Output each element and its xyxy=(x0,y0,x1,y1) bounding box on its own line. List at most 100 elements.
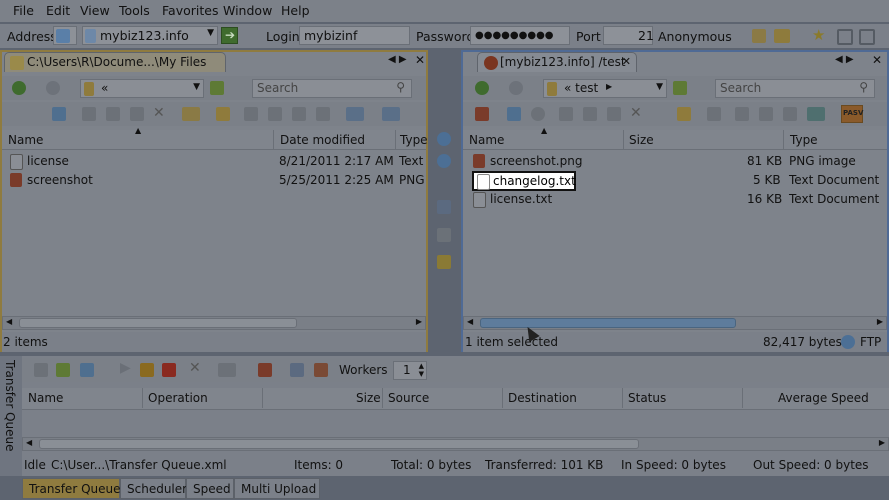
scroll-thumb[interactable] xyxy=(480,318,736,328)
port-input[interactable]: 21 xyxy=(603,26,654,45)
list-item[interactable]: screenshot 5/25/2011 2:25 AM PNG xyxy=(2,171,426,190)
queue-side-label[interactable]: Transfer Queue xyxy=(0,356,22,476)
col-name[interactable]: Name xyxy=(28,391,63,405)
refresh-icon[interactable] xyxy=(52,107,66,121)
edit-icon[interactable] xyxy=(82,107,96,121)
connect-button[interactable]: ➔ xyxy=(221,27,238,44)
stop-icon[interactable] xyxy=(162,363,176,377)
paste-icon[interactable] xyxy=(783,107,797,121)
tab-multi-upload[interactable]: Multi Upload xyxy=(234,478,320,499)
menu-tools[interactable]: Tools xyxy=(119,3,150,18)
cut-icon[interactable] xyxy=(244,107,258,121)
upload-icon[interactable] xyxy=(437,132,451,146)
layout-vertical-icon[interactable] xyxy=(859,29,875,45)
back-icon[interactable] xyxy=(475,81,489,95)
address-input[interactable]: mybiz123.info ▼ xyxy=(82,26,218,45)
forward-icon[interactable] xyxy=(46,81,60,95)
col-destination[interactable]: Destination xyxy=(508,391,577,405)
properties-icon[interactable] xyxy=(130,107,144,121)
workers-stepper[interactable]: 1 ▲ ▼ xyxy=(393,361,427,380)
properties-icon[interactable] xyxy=(607,107,621,121)
scroll-left-icon[interactable]: ◀ xyxy=(467,317,473,326)
folder-up-icon[interactable] xyxy=(210,81,224,95)
address-type-dropdown[interactable] xyxy=(53,26,77,45)
forward-icon[interactable] xyxy=(509,81,523,95)
layout-horizontal-icon[interactable] xyxy=(837,29,853,45)
list-item-selected[interactable]: changelog.txt 5 KB Text Document xyxy=(463,171,887,191)
list-item[interactable]: license.txt 16 KB Text Document xyxy=(463,190,887,209)
menu-window[interactable]: Window xyxy=(223,3,272,18)
clear-icon[interactable] xyxy=(258,363,272,377)
menu-view[interactable]: View xyxy=(80,3,110,18)
local-horizontal-scrollbar[interactable]: ◀ ▶ xyxy=(2,316,426,330)
col-source[interactable]: Source xyxy=(388,391,429,405)
chevron-down-icon[interactable]: ▼ xyxy=(207,28,214,38)
move-icon[interactable] xyxy=(707,107,721,121)
list-item[interactable]: screenshot.png 81 KB PNG image xyxy=(463,152,887,171)
remote-search-input[interactable]: Search ⚲ xyxy=(715,79,875,98)
col-type[interactable]: Type xyxy=(400,133,428,147)
tab-transfer-queue[interactable]: Transfer Queue xyxy=(22,478,121,499)
col-size[interactable]: Size xyxy=(356,391,381,405)
tab-remote-server[interactable]: [mybiz123.info] /test ✕ xyxy=(477,52,637,72)
auto-mode-icon[interactable] xyxy=(807,107,825,121)
edit-icon[interactable] xyxy=(559,107,573,121)
delete-icon[interactable]: ✕ xyxy=(189,360,201,376)
chevron-right-icon[interactable]: ▶ xyxy=(606,82,612,91)
star-icon[interactable]: ★ xyxy=(812,26,825,44)
pause-icon[interactable] xyxy=(140,363,154,377)
stop-icon[interactable] xyxy=(531,107,545,121)
compare-icon[interactable] xyxy=(437,255,451,269)
download-icon[interactable] xyxy=(437,154,451,168)
tab-scheduler[interactable]: Scheduler xyxy=(120,478,187,499)
copy-icon[interactable] xyxy=(759,107,773,121)
new-folder-icon[interactable] xyxy=(216,107,230,121)
refresh-icon[interactable] xyxy=(507,107,521,121)
add-icon[interactable] xyxy=(56,363,70,377)
scroll-right-icon[interactable]: ▶ xyxy=(877,317,883,326)
col-size[interactable]: Size xyxy=(629,133,654,147)
queue-refresh-icon[interactable] xyxy=(34,363,48,377)
tab-local-files[interactable]: C:\Users\R\Docume...\My Files xyxy=(4,52,226,72)
queue-horizontal-scrollbar[interactable]: ◀ ▶ xyxy=(22,437,889,451)
anonymous-label[interactable]: Anonymous xyxy=(658,29,732,44)
chevron-down-icon[interactable]: ▼ xyxy=(656,82,663,92)
menu-file[interactable]: File xyxy=(13,3,34,18)
tab-speed[interactable]: Speed xyxy=(186,478,234,499)
col-operation[interactable]: Operation xyxy=(148,391,208,405)
login-input[interactable]: mybizinf xyxy=(299,26,410,45)
local-search-input[interactable]: Search ⚲ xyxy=(252,79,412,98)
col-name[interactable]: Name xyxy=(469,133,504,147)
link-icon[interactable] xyxy=(437,228,451,242)
cut-icon[interactable] xyxy=(735,107,749,121)
local-path-box[interactable]: « ▼ xyxy=(80,79,204,98)
col-status[interactable]: Status xyxy=(628,391,666,405)
delete-icon[interactable]: ✕ xyxy=(153,105,165,121)
disconnect-icon[interactable] xyxy=(475,107,489,121)
tab-scroll-left-icon[interactable]: ◀ ▶ xyxy=(388,54,407,65)
chevron-down-icon[interactable]: ▼ xyxy=(193,82,200,92)
folder-icon[interactable] xyxy=(774,29,790,43)
scroll-left-icon[interactable]: ◀ xyxy=(6,317,12,326)
tab-scroll-left-icon[interactable]: ◀ ▶ xyxy=(835,54,854,65)
sync-icon[interactable] xyxy=(437,200,451,214)
menu-help[interactable]: Help xyxy=(281,3,310,18)
scroll-right-icon[interactable]: ▶ xyxy=(879,438,885,447)
move-icon[interactable] xyxy=(182,107,200,121)
scroll-right-icon[interactable]: ▶ xyxy=(416,317,422,326)
col-date[interactable]: Date modified xyxy=(280,133,365,147)
scroll-thumb[interactable] xyxy=(19,318,297,328)
view-mode-icon[interactable] xyxy=(382,107,400,121)
stepper-arrows-icon[interactable]: ▲ ▼ xyxy=(419,362,424,378)
new-folder-icon[interactable] xyxy=(677,107,691,121)
scroll-thumb[interactable] xyxy=(39,439,639,449)
col-average-speed[interactable]: Average Speed xyxy=(778,391,869,405)
col-name[interactable]: Name xyxy=(8,133,43,147)
favorites-icon[interactable] xyxy=(752,29,766,43)
save-icon[interactable] xyxy=(80,363,94,377)
back-icon[interactable] xyxy=(12,81,26,95)
paste-icon[interactable] xyxy=(292,107,306,121)
remote-path-box[interactable]: « test ▶ ▼ xyxy=(543,79,667,98)
col-type[interactable]: Type xyxy=(790,133,818,147)
play-icon[interactable]: ▶ xyxy=(120,360,131,376)
